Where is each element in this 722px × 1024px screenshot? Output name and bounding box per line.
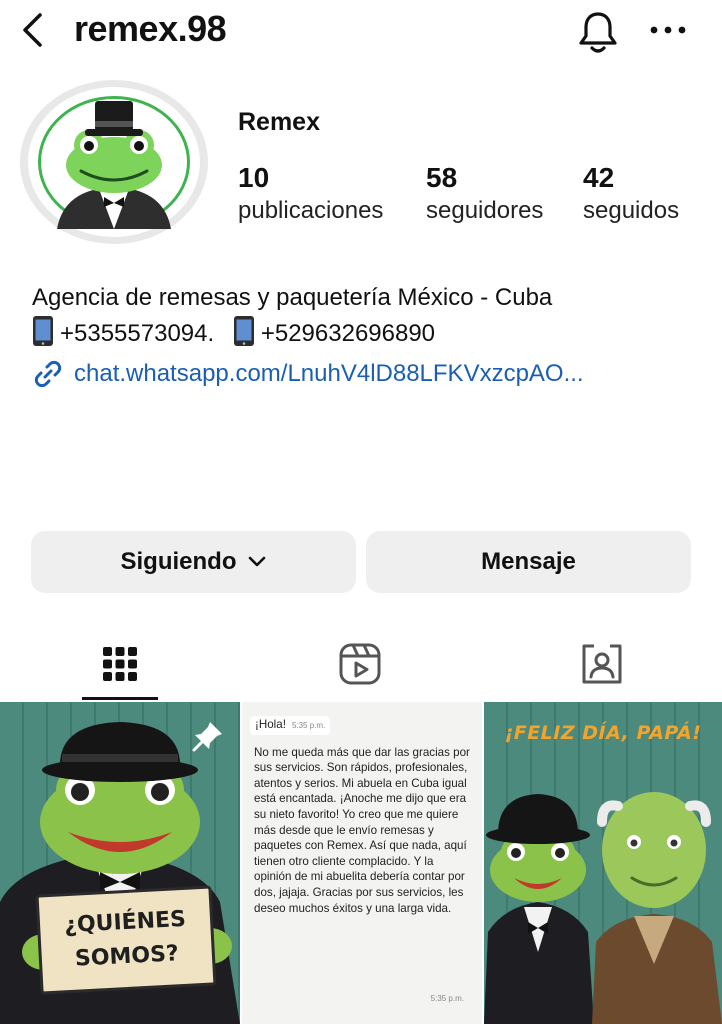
more-options-button[interactable]: [646, 10, 690, 50]
tab-posts[interactable]: [90, 634, 150, 694]
profile-link-text[interactable]: chat.whatsapp.com/LnuhV4lD88LFKVxzcpAO..…: [74, 360, 584, 388]
chat-message: No me queda más que dar las gracias por …: [254, 745, 470, 915]
frog-avatar-icon: [20, 80, 208, 244]
tab-tagged[interactable]: [572, 634, 632, 694]
back-button[interactable]: [14, 10, 50, 50]
profile-bio: Agencia de remesas y paquetería México -…: [32, 280, 552, 351]
pinned-icon: [192, 722, 222, 752]
message-button[interactable]: Mensaje: [366, 531, 691, 593]
more-horizontal-icon: [650, 26, 686, 34]
stat-posts-label: publicaciones: [238, 197, 384, 224]
active-tab-indicator: [82, 697, 158, 700]
stat-posts-count: 10: [238, 162, 270, 193]
stat-following[interactable]: 42 seguidos: [583, 162, 679, 228]
chevron-left-icon: [23, 13, 42, 47]
chat-screenshot: ¡Hola! 5:35 p.m. No me queda más que dar …: [250, 716, 474, 916]
message-button-label: Mensaje: [481, 548, 576, 575]
profile-avatar[interactable]: [19, 79, 209, 245]
mobile-phone-icon: [33, 316, 53, 346]
chat-time-start: 5:35 p.m.: [291, 721, 326, 730]
stat-followers-count: 58: [426, 162, 458, 193]
post-thumbnail[interactable]: ¡Hola! 5:35 p.m. No me queda más que dar …: [242, 702, 482, 1024]
stat-followers[interactable]: 58 seguidores: [426, 162, 543, 228]
link-icon: [34, 360, 62, 388]
stat-following-label: seguidos: [583, 197, 680, 224]
tab-reels[interactable]: [330, 634, 390, 694]
chat-greeting: ¡Hola!: [255, 718, 286, 731]
chat-time-end: 5:35 p.m.: [430, 994, 464, 1003]
bio-phones: +5355573094. +529632696890: [32, 315, 552, 351]
profile-display-name: Remex: [238, 108, 320, 136]
phone-number-mexico[interactable]: +529632696890: [261, 320, 435, 347]
following-button-label: Siguiendo: [120, 548, 237, 575]
stat-posts[interactable]: 10 publicaciones: [238, 162, 383, 228]
post-thumbnail[interactable]: ¡FELIZ DÍA, PAPÁ!: [484, 702, 722, 1024]
profile-header: remex.98: [0, 0, 722, 64]
post-thumbnail[interactable]: ¿QUIÉNES SOMOS?: [0, 702, 240, 1024]
stat-followers-label: seguidores: [426, 197, 544, 224]
reels-icon: [339, 643, 381, 685]
stat-following-count: 42: [583, 162, 615, 193]
phone-number-cuba[interactable]: +5355573094.: [60, 320, 214, 347]
grid-icon: [103, 647, 137, 681]
chevron-down-icon: [248, 556, 265, 567]
post-sign: ¿QUIÉNES SOMOS?: [35, 885, 217, 995]
tagged-person-icon: [582, 644, 622, 684]
bio-description: Agencia de remesas y paquetería México -…: [32, 284, 553, 311]
mobile-phone-icon: [233, 316, 254, 346]
following-button[interactable]: Siguiendo: [31, 531, 356, 593]
profile-username: remex.98: [74, 8, 227, 49]
posts-grid: ¿QUIÉNES SOMOS? ¡Hola! 5:35 p.m. No me qu…: [0, 702, 722, 1024]
notifications-button[interactable]: [574, 8, 622, 56]
profile-link[interactable]: chat.whatsapp.com/LnuhV4lD88LFKVxzcpAO..…: [32, 358, 584, 390]
profile-tabs: [0, 626, 722, 702]
frog-family-image: [484, 792, 722, 1024]
bell-icon: [579, 12, 617, 53]
sign-line-2: SOMOS?: [74, 941, 180, 972]
